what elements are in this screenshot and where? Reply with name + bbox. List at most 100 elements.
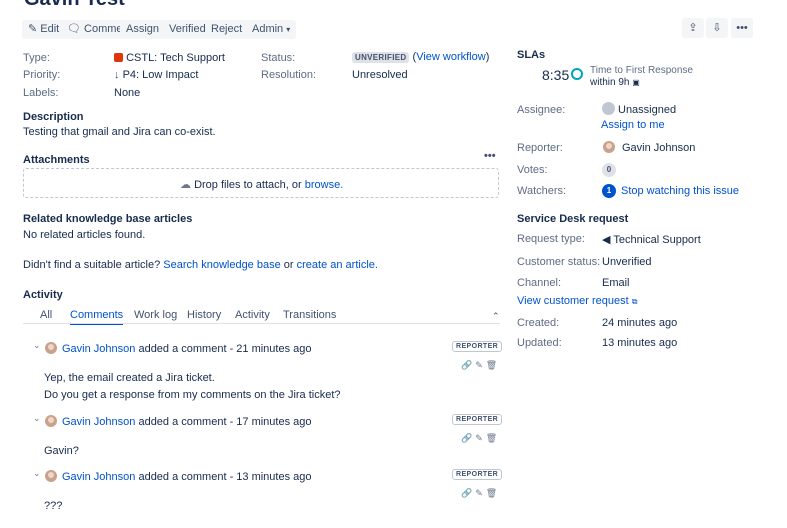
support-type-icon	[114, 53, 123, 62]
tabs-divider	[23, 323, 500, 324]
request-type-value: ◀ Technical Support	[602, 233, 701, 246]
chevron-down-icon: ▾	[286, 25, 291, 34]
comment-header: Gavin Johnson added a comment - 13 minut…	[62, 471, 312, 483]
labels-value: None	[114, 87, 141, 99]
avatar	[45, 415, 57, 427]
sla-name: Time to First Response	[590, 65, 693, 76]
assignee-value: Unassigned	[618, 104, 677, 116]
reporter-value[interactable]: Gavin Johnson	[622, 142, 695, 154]
attachments-heading: Attachments	[23, 154, 90, 166]
link-icon[interactable]: 🔗	[461, 488, 475, 498]
sla-within-text: within 9h	[590, 77, 630, 88]
votes-count[interactable]: 0	[602, 163, 616, 177]
unassigned-avatar	[602, 102, 615, 115]
comment-expand-icon[interactable]: ⌄	[33, 340, 41, 351]
tab-activity[interactable]: Activity	[235, 309, 270, 321]
reject-button[interactable]: Reject	[205, 20, 249, 39]
reporter-badge: REPORTER	[452, 341, 503, 352]
kb-prompt-text: Didn't find a suitable article?	[23, 259, 161, 271]
kb-none-text: No related articles found.	[23, 229, 146, 241]
votes-label: Votes:	[517, 164, 548, 176]
tab-work-log[interactable]: Work log	[134, 309, 177, 321]
stop-watching-link[interactable]: Stop watching this issue	[621, 185, 739, 197]
customer-status-value: Unverified	[602, 256, 652, 268]
comment-header: Gavin Johnson added a comment - 17 minut…	[62, 416, 312, 428]
created-value: 24 minutes ago	[602, 317, 678, 329]
link-icon[interactable]: 🔗	[461, 433, 475, 443]
view-customer-request[interactable]: View customer request ⧉	[517, 295, 637, 307]
kb-prompt: Didn't find a suitable article? Search k…	[23, 259, 378, 271]
tab-history[interactable]: History	[187, 309, 221, 321]
comment-author-link[interactable]: Gavin Johnson	[62, 343, 135, 355]
external-link-icon: ⧉	[631, 297, 638, 306]
comment-meta: added a comment - 21 minutes ago	[138, 343, 312, 355]
description-heading: Description	[23, 111, 84, 123]
updated-label: Updated:	[517, 337, 562, 349]
view-workflow-link[interactable]: View workflow	[416, 51, 486, 63]
comment-actions: 🔗✎🗑	[461, 488, 500, 499]
view-customer-request-link[interactable]: View customer request	[517, 295, 629, 307]
kb-or-text: or	[283, 259, 294, 271]
comment-meta: added a comment - 17 minutes ago	[138, 416, 312, 428]
tab-transitions[interactable]: Transitions	[283, 309, 336, 321]
cloud-upload-icon: ☁	[180, 179, 191, 191]
tab-all[interactable]: All	[40, 309, 52, 321]
comment-author-link[interactable]: Gavin Johnson	[62, 471, 135, 483]
megaphone-icon: ◀	[602, 234, 611, 246]
comment-header: Gavin Johnson added a comment - 21 minut…	[62, 343, 312, 355]
reporter-label: Reporter:	[517, 142, 563, 154]
trash-icon[interactable]: 🗑	[486, 433, 500, 443]
comment-meta: added a comment - 13 minutes ago	[138, 471, 312, 483]
resolution-label: Resolution:	[261, 69, 317, 81]
customer-status-label: Customer status:	[517, 256, 601, 268]
sla-time: 8:35	[542, 67, 570, 83]
link-icon[interactable]: 🔗	[461, 360, 475, 370]
attachments-more-icon[interactable]: •••	[484, 150, 496, 162]
sla-within: within 9h ▣	[590, 77, 640, 88]
edit-button[interactable]: ✎ Edit	[22, 20, 66, 39]
comment-author-link[interactable]: Gavin Johnson	[62, 416, 135, 428]
channel-value: Email	[602, 277, 630, 289]
description-text: Testing that gmail and Jira can co-exist…	[23, 126, 216, 138]
assign-button[interactable]: Assign	[120, 20, 166, 39]
issue-title: Gavin Test	[24, 0, 125, 11]
comment-text: Do you get a response from my comments o…	[44, 389, 341, 401]
clock-icon	[571, 68, 583, 80]
arrow-down-icon: ↓	[114, 69, 120, 81]
more-actions-icon[interactable]: •••	[731, 18, 753, 38]
admin-dropdown[interactable]: Admin ▾	[246, 20, 297, 39]
dropzone-text: ☁ Drop files to attach, or browse.	[180, 178, 343, 191]
service-desk-heading: Service Desk request	[517, 213, 629, 225]
priority-value-text: P4: Low Impact	[122, 69, 199, 81]
comment-actions: 🔗✎🗑	[461, 360, 500, 371]
comment-text: ???	[44, 500, 63, 512]
reporter-badge: REPORTER	[452, 469, 503, 480]
edit-icon[interactable]: ✎	[475, 360, 486, 370]
edit-icon[interactable]: ✎	[475, 433, 486, 443]
trash-icon[interactable]: 🗑	[486, 360, 500, 370]
channel-label: Channel:	[517, 277, 562, 289]
priority-label: Priority:	[23, 69, 61, 81]
edit-icon[interactable]: ✎	[475, 488, 486, 498]
assignee-label: Assignee:	[517, 104, 566, 116]
create-article-link[interactable]: create an article.	[297, 259, 378, 271]
labels-label: Labels:	[23, 87, 59, 99]
watchers-label: Watchers:	[517, 185, 567, 197]
avatar	[603, 141, 615, 153]
request-type-text: Technical Support	[613, 234, 701, 246]
resolution-value: Unresolved	[352, 69, 408, 81]
collapse-icon[interactable]: ⌃	[492, 311, 500, 322]
trash-icon[interactable]: 🗑	[486, 488, 500, 498]
request-type-label: Request type:	[517, 233, 585, 245]
comment-expand-icon[interactable]: ⌄	[33, 413, 41, 424]
assign-to-me-link[interactable]: Assign to me	[601, 119, 665, 131]
admin-dropdown-label: Admin	[252, 23, 284, 35]
watchers-count[interactable]: 1	[602, 184, 616, 198]
search-kb-link[interactable]: Search knowledge base	[163, 259, 280, 271]
comment-text: Gavin?	[44, 445, 79, 457]
share-icon[interactable]: ⇪	[682, 18, 704, 38]
status-lozenge: UNVERIFIED	[352, 52, 410, 63]
export-icon[interactable]: ⇩	[706, 18, 728, 38]
browse-link[interactable]: browse.	[305, 179, 344, 191]
comment-expand-icon[interactable]: ⌄	[33, 468, 41, 479]
